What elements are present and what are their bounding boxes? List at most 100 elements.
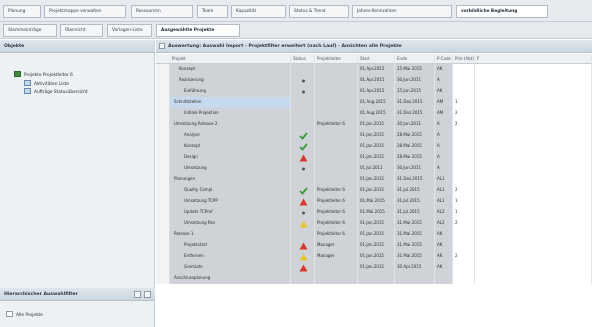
leader-cell <box>315 152 358 163</box>
status-cell <box>291 97 315 108</box>
prio-cell: 1 <box>453 196 475 207</box>
project-name-cell: Entfernen <box>170 251 291 262</box>
start-date-cell: 01.Jul.2011 <box>358 163 395 174</box>
subtab-0[interactable]: Stammeinträge <box>3 24 57 37</box>
status-cell <box>291 207 315 218</box>
row-gutter <box>156 196 170 207</box>
pcode-cell: A <box>435 152 453 163</box>
table-row[interactable]: Initiale Projektion 01.Aug.2015 31.Dez.201… <box>156 108 592 119</box>
start-date-cell: 01.Apr.2015 <box>358 75 395 86</box>
extra-cell <box>475 218 592 229</box>
start-date-cell: 01.Jan.2015 <box>358 240 395 251</box>
project-name-cell: Realisierung <box>170 75 291 86</box>
end-date-cell: 30.Jun.2011 <box>395 119 435 130</box>
prio-cell <box>453 130 475 141</box>
row-gutter <box>156 273 170 284</box>
subtab-2[interactable]: Vorlagen-Liste <box>107 24 152 37</box>
subtab-3-active[interactable]: Ausgewählte Projekte <box>156 24 240 37</box>
col-header-prio[interactable]: Prio (Abt) <box>453 54 475 64</box>
checkbox-icon[interactable] <box>6 311 13 317</box>
tab-2[interactable]: Ressourcen <box>131 5 193 18</box>
project-name-cell: Design <box>170 152 291 163</box>
status-cell <box>291 130 315 141</box>
warning-red-icon <box>299 198 308 205</box>
subtab-1[interactable]: Übersicht <box>60 24 103 37</box>
project-name-cell: Analyse <box>170 130 291 141</box>
status-cell <box>291 251 315 262</box>
tree-item-projects[interactable]: Projekte Projektleiter 6 <box>14 71 73 79</box>
prio-cell <box>453 64 475 75</box>
tree-item-activities[interactable]: Aktivitäten Liste <box>24 80 69 88</box>
extra-cell <box>475 130 592 141</box>
leader-cell: Projektleiter 6 <box>315 229 358 240</box>
table-row[interactable]: Konzept 01.Jan.2015 28.Mai.2015 A <box>156 141 592 152</box>
start-date-cell: 01.Jan.2015 <box>358 174 395 185</box>
table-row[interactable]: Umsetzung TCPP Projektleiter 6 01.Mai.2015… <box>156 196 592 207</box>
table-row[interactable]: Umsetzung Res Projektleiter 6 01.Jan.2015 3… <box>156 218 592 229</box>
table-row[interactable]: Projektstart Manager 01.Jan.2015 31.Mai.201… <box>156 240 592 251</box>
leader-cell <box>315 273 358 284</box>
extra-cell <box>475 64 592 75</box>
leader-cell <box>315 262 358 273</box>
pcode-cell: AK <box>435 86 453 97</box>
end-date-cell: 31.Jul.2015 <box>395 185 435 196</box>
table-row[interactable]: Konzept 01.Apr.2015 15.Mai.2015 AK <box>156 64 592 75</box>
status-cell <box>291 185 315 196</box>
leader-cell: Projektleiter 6 <box>315 196 358 207</box>
end-date-cell: 15.Jun.2015 <box>395 86 435 97</box>
prio-cell: 2 <box>453 251 475 262</box>
tab-3[interactable]: Team <box>197 5 228 18</box>
table-row[interactable]: Analyse 01.Jan.2015 28.Mai.2015 A <box>156 130 592 141</box>
table-row[interactable]: Umsetzung 01.Jul.2011 30.Jun.2011 A <box>156 163 592 174</box>
end-date-cell: 31.Mai.2015 <box>395 240 435 251</box>
status-cell <box>291 163 315 174</box>
end-date-cell: 31.Dez.2015 <box>395 174 435 185</box>
table-row[interactable]: Quality Compl. Projektleiter 6 01.Jan.2015… <box>156 185 592 196</box>
tab-1[interactable]: Projektmappe verwalten <box>44 5 126 18</box>
tab-7-active[interactable]: vorbildliche Begleitung <box>456 5 548 18</box>
tab-6[interactable]: Jahres-Kennzahlen <box>352 5 452 18</box>
status-cell <box>291 218 315 229</box>
col-header-start[interactable]: Start <box>358 54 395 64</box>
row-gutter <box>156 119 170 130</box>
collapse-icon[interactable] <box>134 291 141 298</box>
tree-item-orders[interactable]: Aufträge Statusübersicht <box>24 88 88 96</box>
table-row[interactable]: Planungen 01.Jan.2015 31.Dez.2015 AL1 <box>156 174 592 185</box>
pcode-cell: A <box>435 75 453 86</box>
table-row[interactable]: Gremiate 01.Jan.2015 30.Apr.2015 AK <box>156 262 592 273</box>
project-name-cell: Quality Compl. <box>170 185 291 196</box>
prio-cell: 2 <box>453 185 475 196</box>
table-row[interactable]: Anschlussplanung <box>156 273 592 284</box>
table-row[interactable]: Umsetzung Release 2 Projektleiter 6 01.Jan… <box>156 119 592 130</box>
end-date-cell: 31.Mai.2015 <box>395 251 435 262</box>
check-icon <box>299 131 308 140</box>
col-header-leader[interactable]: Projektleiter <box>315 54 358 64</box>
extra-cell <box>475 163 592 174</box>
start-date-cell: 01.Mai.2015 <box>358 207 395 218</box>
col-header-end[interactable]: Ende <box>395 54 435 64</box>
col-header-status[interactable]: Status <box>291 54 315 64</box>
table-row[interactable]: Update TCPref Projektleiter 6 01.Mai.2015 3… <box>156 207 592 218</box>
table-row[interactable]: Realisierung 01.Apr.2015 30.Jun.2011 A <box>156 75 592 86</box>
start-date-cell: 01.Apr.2015 <box>358 64 395 75</box>
settings-icon[interactable] <box>144 291 151 298</box>
table-row[interactable]: Release 1 Projektleiter 6 01.Jan.2015 31.Ma… <box>156 229 592 240</box>
table-row[interactable]: Entfernen Manager 01.Jan.2015 31.Mai.2015 AK… <box>156 251 592 262</box>
tab-4[interactable]: Kapazität <box>231 5 286 18</box>
table-row[interactable]: Design 01.Jan.2015 28.Mai.2015 A <box>156 152 592 163</box>
end-date-cell: 30.Jun.2011 <box>395 163 435 174</box>
col-header-project[interactable]: Projekt <box>156 54 291 64</box>
tab-5[interactable]: Status & Trend <box>289 5 349 18</box>
tab-0[interactable]: Planung <box>3 5 41 18</box>
table-row[interactable]: Schnittstellen 01.Aug.2015 31.Dez.2015 AM 1 <box>156 97 592 108</box>
status-cell <box>291 75 315 86</box>
objects-panel-title: Objekte <box>0 40 155 53</box>
table-row[interactable]: Einführung 01.Apr.2015 15.Jun.2015 AK <box>156 86 592 97</box>
leader-cell: Projektleiter 6 <box>315 185 358 196</box>
col-header-pcode[interactable]: P-Code <box>435 54 453 64</box>
row-gutter <box>156 152 170 163</box>
status-cell <box>291 86 315 97</box>
filter-item-all[interactable]: Alle Projekte <box>6 311 43 319</box>
col-header-extra[interactable]: F <box>475 54 592 64</box>
prio-cell <box>453 75 475 86</box>
